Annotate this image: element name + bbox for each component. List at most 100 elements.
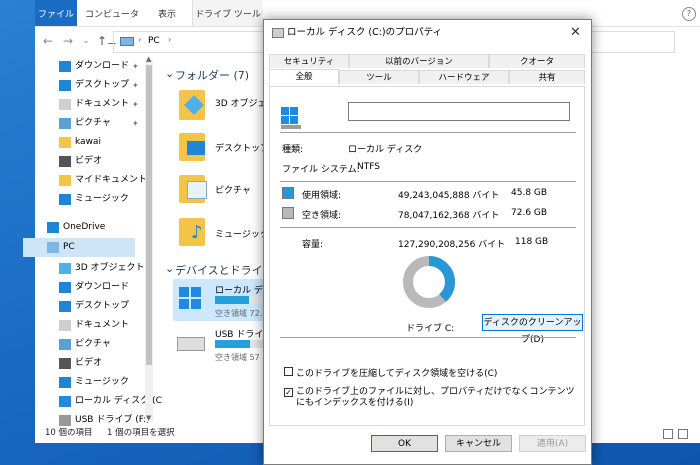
- picture-icon: [59, 118, 71, 129]
- windows-drive-icon: [179, 287, 203, 311]
- cube-folder-icon: [179, 90, 205, 120]
- recent-chevron-icon[interactable]: ⌄: [79, 34, 93, 48]
- sidebar-item[interactable]: ピクチャ ✦: [35, 114, 147, 133]
- sidebar-item[interactable]: デスクトップ ✦: [35, 76, 147, 95]
- compress-label[interactable]: このドライブを圧縮してディスク領域を空ける(C): [296, 366, 497, 379]
- sidebar-item[interactable]: ドキュメント ✦: [35, 95, 147, 114]
- pin-icon[interactable]: ✦: [132, 76, 139, 95]
- sidebar-item[interactable]: OneDrive: [23, 218, 135, 237]
- scroll-down-icon[interactable]: ▼: [146, 414, 151, 422]
- document-icon: [59, 320, 71, 331]
- windows-drive-icon: [281, 107, 301, 129]
- download-icon: [59, 61, 71, 72]
- tab-row-top: セキュリティ 以前のバージョン クオータ: [269, 54, 585, 68]
- large-icons-view-icon[interactable]: [678, 429, 688, 439]
- used-space-swatch: [282, 187, 294, 199]
- sidebar-item[interactable]: ビデオ: [35, 152, 147, 171]
- free-space-size: 72.6 GB: [511, 208, 548, 218]
- sidebar-item-label: ミュージック: [75, 194, 129, 204]
- music-folder-icon: ♪: [179, 218, 205, 246]
- details-view-icon[interactable]: [663, 429, 673, 439]
- sidebar-item[interactable]: ビデオ: [35, 354, 147, 373]
- type-value: ローカル ディスク: [348, 145, 423, 155]
- index-label[interactable]: このドライブ上のファイルに対し、プロパティだけでなくコンテンツにもインデックスを…: [296, 387, 578, 409]
- apply-button[interactable]: 適用(A): [519, 435, 586, 452]
- drive-free-space: 空き領域 72.: [215, 309, 263, 318]
- tab-hardware[interactable]: ハードウェア: [419, 70, 509, 84]
- pin-icon[interactable]: ✦: [132, 114, 139, 133]
- help-icon[interactable]: ?: [682, 7, 696, 21]
- dialog-titlebar[interactable]: ローカル ディスク (C:)のプロパティ ✕: [264, 20, 591, 46]
- pc-icon: [120, 37, 134, 46]
- volume-label-input[interactable]: [348, 102, 570, 121]
- sidebar-item[interactable]: ローカル ディスク (C: [35, 392, 162, 411]
- drive-title-icon: [272, 28, 284, 38]
- up-arrow-icon[interactable]: ↑: [95, 34, 109, 48]
- tab-sharing[interactable]: 共有: [509, 70, 585, 84]
- tab-general[interactable]: 全般: [269, 69, 339, 85]
- tab-security[interactable]: セキュリティ: [269, 54, 349, 68]
- sidebar-item[interactable]: マイドキュメント: [35, 171, 147, 190]
- disk-cleanup-button[interactable]: ディスクのクリーンアップ(D): [482, 314, 583, 345]
- sidebar-item[interactable]: ミュージック: [35, 190, 147, 209]
- ok-button[interactable]: OK: [371, 435, 438, 452]
- ribbon-tab-view[interactable]: 表示: [147, 0, 187, 26]
- scroll-up-icon[interactable]: ▲: [146, 55, 151, 63]
- compress-checkbox[interactable]: [284, 367, 293, 376]
- sidebar-item[interactable]: ダウンロード ✦: [35, 57, 147, 76]
- sidebar-item[interactable]: ミュージック: [35, 373, 147, 392]
- folder-icon: [59, 175, 71, 186]
- sidebar-item[interactable]: ピクチャ: [35, 335, 147, 354]
- free-space-label: 空き領域:: [302, 211, 342, 221]
- tab-previous-versions[interactable]: 以前のバージョン: [349, 54, 489, 68]
- used-space-size: 45.8 GB: [511, 188, 548, 198]
- sidebar-item-label: 3D オブジェクト: [75, 263, 145, 273]
- cancel-button[interactable]: キャンセル: [445, 435, 512, 452]
- usb-drive-icon: [177, 337, 205, 351]
- sidebar-item[interactable]: 3D オブジェクト: [35, 259, 147, 278]
- back-arrow-icon[interactable]: ←: [41, 34, 55, 48]
- sidebar-item[interactable]: ドキュメント: [35, 316, 147, 335]
- folder-item[interactable]: [179, 175, 207, 203]
- tab-tools[interactable]: ツール: [339, 70, 419, 84]
- pin-icon[interactable]: ✦: [132, 57, 139, 76]
- pin-icon[interactable]: ✦: [132, 95, 139, 114]
- ribbon-tab-file[interactable]: ファイル: [35, 0, 77, 26]
- sidebar-item[interactable]: デスクトップ: [35, 297, 147, 316]
- sidebar-item[interactable]: ダウンロード: [35, 278, 147, 297]
- sidebar-item-label: マイドキュメント: [75, 175, 148, 185]
- sidebar-item[interactable]: PC: [23, 238, 135, 257]
- download-icon: [59, 282, 71, 293]
- disk-usage-donut: [403, 256, 455, 308]
- tab-row-bottom: 全般 ツール ハードウェア 共有: [269, 69, 585, 85]
- sidebar-item-label: ピクチャ: [75, 339, 111, 349]
- breadcrumb-pc[interactable]: PC: [148, 36, 160, 46]
- general-tab-panel: 種類: ローカル ディスク ファイル システム: NTFS 使用領域: 49,2…: [269, 86, 585, 426]
- divider: [280, 132, 576, 133]
- forward-arrow-icon[interactable]: →: [61, 34, 75, 48]
- sidebar-item-label: ピクチャ: [75, 118, 111, 128]
- breadcrumb-chevron-icon[interactable]: ›: [168, 35, 171, 44]
- folders-group-header[interactable]: フォルダー (7): [175, 67, 249, 83]
- sidebar-item-label: ビデオ: [75, 156, 103, 166]
- folder-label: ミュージック: [215, 230, 269, 240]
- folder-item[interactable]: ♪: [179, 218, 205, 246]
- video-icon: [59, 156, 71, 167]
- desktop-folder-icon: [179, 133, 205, 161]
- folders-group-chevron-icon[interactable]: ⌄: [165, 67, 174, 80]
- ribbon-tab-computer[interactable]: コンピューター: [81, 0, 143, 50]
- tab-quota[interactable]: クオータ: [489, 54, 585, 68]
- sidebar-scrollbar-thumb[interactable]: [146, 65, 152, 365]
- divider: [280, 337, 576, 338]
- cube-icon: [59, 263, 71, 274]
- index-checkbox[interactable]: ✓: [284, 388, 293, 397]
- sidebar-item-label: OneDrive: [63, 222, 106, 232]
- free-space-swatch: [282, 207, 294, 219]
- drives-group-chevron-icon[interactable]: ⌄: [165, 262, 174, 275]
- folder-item[interactable]: [179, 90, 205, 120]
- sidebar-item[interactable]: kawai: [35, 133, 147, 152]
- ribbon-tab-drive-tools[interactable]: ドライブ ツール: [192, 0, 263, 26]
- folder-icon: [59, 137, 71, 148]
- close-icon[interactable]: ✕: [570, 20, 581, 46]
- folder-item[interactable]: [179, 133, 205, 161]
